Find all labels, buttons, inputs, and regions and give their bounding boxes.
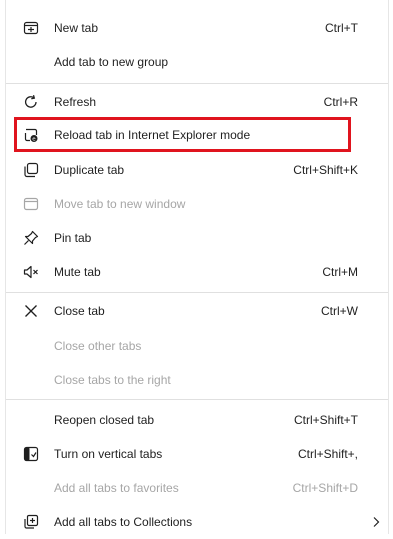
menu-item-shortcut: Ctrl+W <box>321 304 358 318</box>
menu-item-shortcut: Ctrl+Shift+K <box>293 163 358 177</box>
menu-item-label: Pin tab <box>54 231 92 245</box>
menu-item-shortcut: Ctrl+M <box>322 265 358 279</box>
collections-icon <box>24 514 39 529</box>
menu-item-label: Close other tabs <box>54 339 142 353</box>
menu-item-close-tab[interactable]: Close tab Ctrl+W <box>6 294 388 328</box>
menu-item-close-other-tabs[interactable]: Close other tabs <box>6 329 388 363</box>
menu-item-label: Reopen closed tab <box>54 413 155 427</box>
menu-item-mute-tab[interactable]: Mute tab Ctrl+M <box>6 255 388 289</box>
menu-item-pin-tab[interactable]: Pin tab <box>6 221 388 255</box>
menu-separator <box>6 399 388 400</box>
menu-item-label: Turn on vertical tabs <box>54 447 163 461</box>
menu-item-label: Duplicate tab <box>54 163 125 177</box>
menu-item-shortcut: Ctrl+T <box>325 21 358 35</box>
ie-mode-icon: e <box>24 128 38 143</box>
menu-item-reopen-closed-tab[interactable]: Reopen closed tab Ctrl+Shift+T <box>6 403 388 437</box>
menu-item-shortcut: Ctrl+Shift+, <box>297 447 358 461</box>
pin-icon <box>24 230 39 245</box>
menu-item-shortcut: Ctrl+Shift+D <box>292 481 358 495</box>
menu-item-duplicate-tab[interactable]: Duplicate tab Ctrl+Shift+K <box>6 153 388 187</box>
menu-item-close-tabs-to-right[interactable]: Close tabs to the right <box>6 363 388 397</box>
menu-item-shortcut: Ctrl+Shift+T <box>293 413 358 427</box>
menu-item-turn-on-vertical-tabs[interactable]: Turn on vertical tabs Ctrl+Shift+, <box>6 437 388 471</box>
menu-item-label: Refresh <box>54 95 97 109</box>
menu-item-refresh[interactable]: Refresh Ctrl+R <box>6 85 388 119</box>
menu-separator <box>6 83 388 84</box>
menu-item-reload-ie-mode[interactable]: e Reload tab in Internet Explorer mode <box>6 118 388 152</box>
vertical-tabs-icon <box>23 446 39 462</box>
menu-item-add-all-tabs-to-favorites[interactable]: Add all tabs to favorites Ctrl+Shift+D <box>6 471 388 505</box>
new-window-icon <box>23 197 39 211</box>
close-icon <box>25 305 37 317</box>
menu-right-border <box>388 0 389 534</box>
menu-item-add-tab-to-new-group[interactable]: Add tab to new group <box>6 45 388 79</box>
menu-item-label: Reload tab in Internet Explorer mode <box>54 128 251 142</box>
new-tab-icon <box>23 21 39 35</box>
menu-item-move-tab-to-new-window[interactable]: Move tab to new window <box>6 187 388 221</box>
refresh-icon <box>24 95 37 108</box>
menu-item-shortcut: Ctrl+R <box>323 95 358 109</box>
chevron-right-icon <box>373 517 380 527</box>
menu-item-label: Close tab <box>54 304 105 318</box>
menu-item-label: Add tab to new group <box>54 55 169 69</box>
mute-icon <box>23 265 38 279</box>
menu-item-label: Mute tab <box>54 265 101 279</box>
menu-item-label: Move tab to new window <box>54 197 186 211</box>
menu-item-label: New tab <box>54 21 99 35</box>
tab-context-menu: New tab Ctrl+T Add tab to new group Refr… <box>0 0 393 534</box>
menu-item-label: Close tabs to the right <box>54 373 171 387</box>
menu-item-new-tab[interactable]: New tab Ctrl+T <box>6 11 388 45</box>
menu-item-label: Add all tabs to favorites <box>54 481 179 495</box>
duplicate-icon <box>24 162 39 178</box>
menu-separator <box>6 292 388 293</box>
